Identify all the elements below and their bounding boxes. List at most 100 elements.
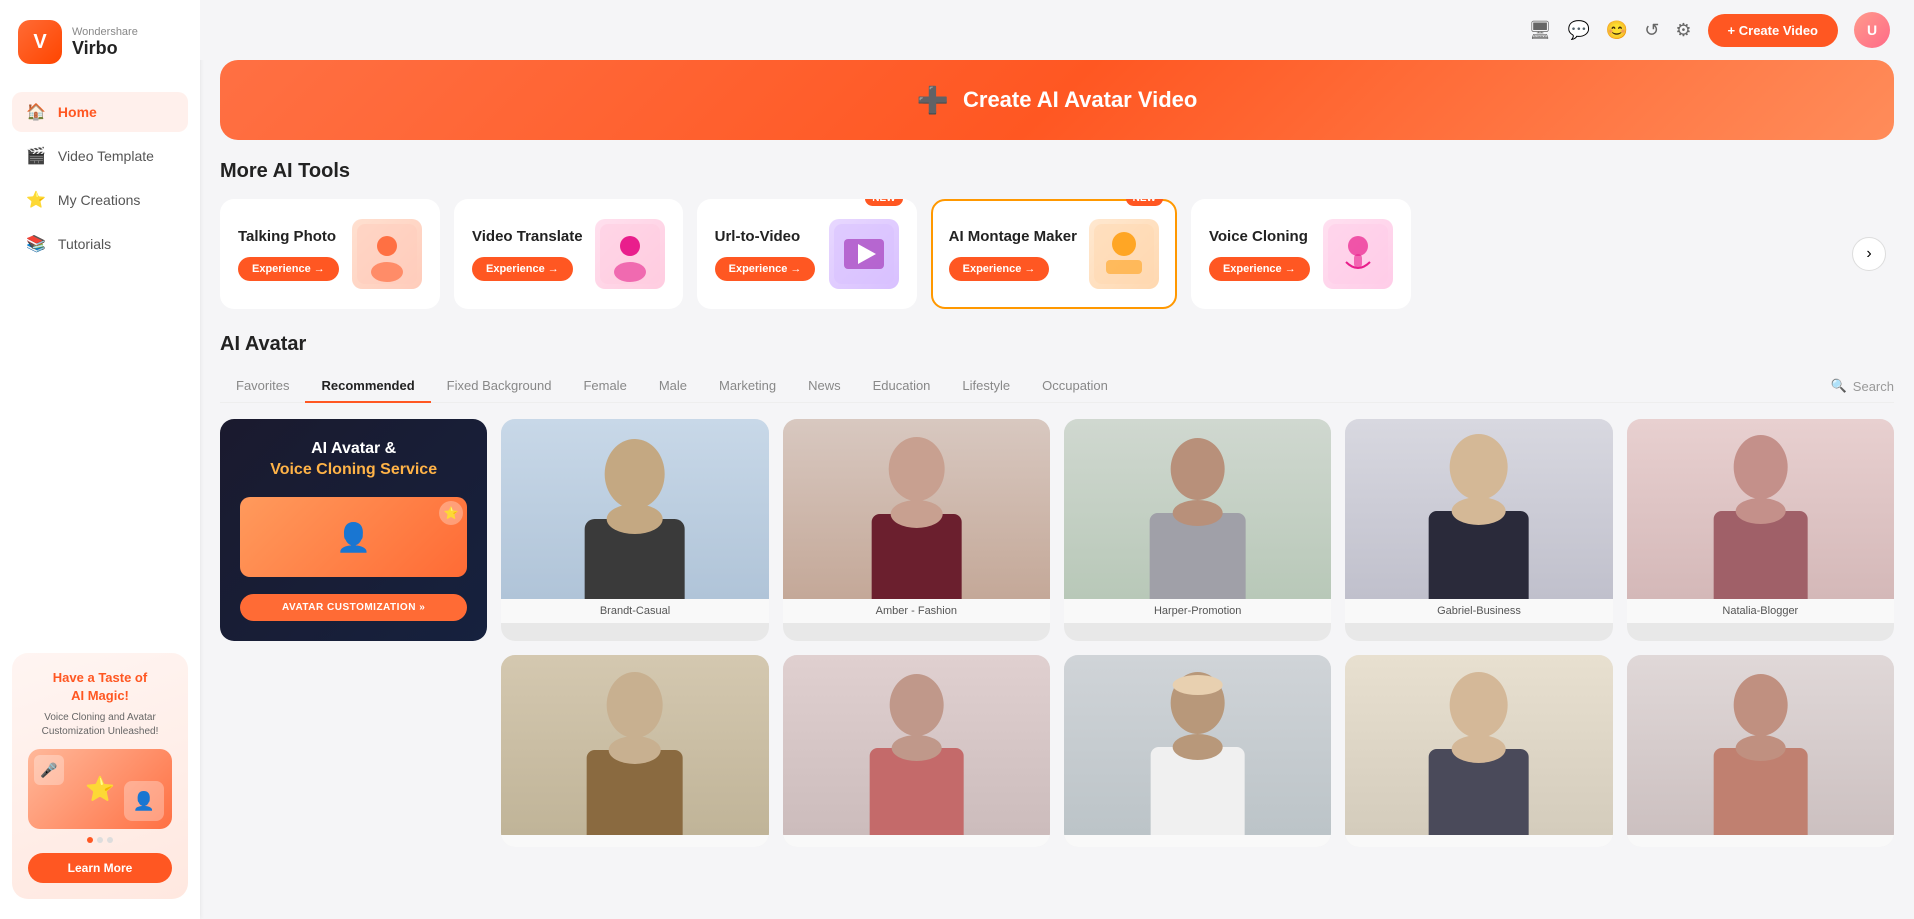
tool-card-video-translate[interactable]: Video Translate Experience → xyxy=(454,199,683,309)
avatar-name-r2d xyxy=(1345,835,1612,847)
avatar-name-brandt: Brandt-Casual xyxy=(501,599,768,623)
tab-female[interactable]: Female xyxy=(567,370,642,403)
avatar-name-r2a xyxy=(501,835,768,847)
emoji-icon[interactable]: 😊 xyxy=(1606,20,1628,41)
avatar-image-natalia xyxy=(1627,419,1894,599)
create-video-button[interactable]: + Create Video xyxy=(1708,14,1838,47)
avatar-name-natalia: Natalia-Blogger xyxy=(1627,599,1894,623)
avatar-svg-r2e xyxy=(1627,655,1894,835)
sidebar-item-home[interactable]: 🏠 Home xyxy=(12,92,188,132)
avatar-image-gabriel xyxy=(1345,419,1612,599)
avatar-image-brandt xyxy=(501,419,768,599)
avatar-image-r2c xyxy=(1064,655,1331,835)
avatar-search[interactable]: 🔍 Search xyxy=(1831,378,1894,394)
chat-icon[interactable]: 💬 xyxy=(1567,20,1589,41)
promo-title: Have a Taste of AI Magic! xyxy=(28,669,172,705)
avatar-image-harper xyxy=(1064,419,1331,599)
ai-montage-svg xyxy=(1094,224,1154,284)
tool-card-ai-montage-title: AI Montage Maker xyxy=(949,228,1077,245)
service-visual-icon: 👤 xyxy=(336,521,371,554)
learn-more-button[interactable]: Learn More xyxy=(28,853,172,883)
ai-avatar-section: AI Avatar Favorites Recommended Fixed Ba… xyxy=(200,333,1914,867)
sidebar-promo-card: Have a Taste of AI Magic! Voice Cloning … xyxy=(12,653,188,899)
tab-male[interactable]: Male xyxy=(643,370,703,403)
voice-cloning-svg xyxy=(1328,224,1388,284)
tab-marketing[interactable]: Marketing xyxy=(703,370,792,403)
avatar-svg-r2b xyxy=(783,655,1050,835)
sidebar-item-my-creations[interactable]: ⭐ My Creations xyxy=(12,180,188,220)
hero-banner[interactable]: ➕ Create AI Avatar Video xyxy=(220,60,1894,140)
talking-photo-svg xyxy=(357,224,417,284)
promo-description: Voice Cloning and Avatar Customization U… xyxy=(28,711,172,739)
avatar-image-r2b xyxy=(783,655,1050,835)
avatar-customization-button[interactable]: AVATAR CUSTOMIZATION » xyxy=(240,594,467,621)
tab-favorites[interactable]: Favorites xyxy=(220,370,305,403)
avatar-name-r2b xyxy=(783,835,1050,847)
tool-card-video-translate-info: Video Translate Experience → xyxy=(472,228,583,281)
tab-lifestyle[interactable]: Lifestyle xyxy=(946,370,1026,403)
app-logo: V Wondershare Virbo xyxy=(0,0,200,84)
promo-visual: ⭐ 👤 🎤 xyxy=(28,749,172,829)
tab-recommended[interactable]: Recommended xyxy=(305,370,430,403)
tool-card-talking-photo[interactable]: Talking Photo Experience → xyxy=(220,199,440,309)
tab-fixed-background[interactable]: Fixed Background xyxy=(431,370,568,403)
avatar-card-r2b[interactable] xyxy=(783,655,1050,847)
service-deco: ⭐ xyxy=(439,501,463,525)
promo-visual-icon: ⭐ xyxy=(85,775,115,804)
url-to-video-svg xyxy=(834,224,894,284)
ai-montage-experience-button[interactable]: Experience → xyxy=(949,257,1050,281)
monitor-icon[interactable]: 🖥 xyxy=(1529,20,1552,41)
tool-card-video-translate-title: Video Translate xyxy=(472,228,583,245)
avatar-card-harper[interactable]: Harper-Promotion xyxy=(1064,419,1331,641)
tool-card-url-to-video-info: Url-to-Video Experience → xyxy=(715,228,817,281)
service-card-sub-title: Voice Cloning Service xyxy=(270,461,437,478)
hero-label: Create AI Avatar Video xyxy=(963,87,1197,113)
avatar-svg-gabriel xyxy=(1345,419,1612,599)
promo-deco: 👤 xyxy=(124,781,164,821)
service-promo-card[interactable]: AI Avatar & Voice Cloning Service 👤 ⭐ AV… xyxy=(220,419,487,641)
sidebar-item-tutorials[interactable]: 📚 Tutorials xyxy=(12,224,188,264)
avatar-card-brandt[interactable]: Brandt-Casual xyxy=(501,419,768,641)
avatar-card-gabriel[interactable]: Gabriel-Business xyxy=(1345,419,1612,641)
avatar-card-natalia[interactable]: Natalia-Blogger xyxy=(1627,419,1894,641)
ai-montage-image xyxy=(1089,219,1159,289)
tab-news[interactable]: News xyxy=(792,370,857,403)
more-ai-tools-title: More AI Tools xyxy=(220,160,1894,183)
user-avatar[interactable]: U xyxy=(1854,12,1890,48)
tool-card-talking-photo-info: Talking Photo Experience → xyxy=(238,228,340,281)
tool-card-voice-cloning[interactable]: Voice Cloning Experience → xyxy=(1191,199,1411,309)
avatar-card-r2d[interactable] xyxy=(1345,655,1612,847)
hero-icon: ➕ xyxy=(917,85,949,116)
sidebar-item-home-label: Home xyxy=(58,104,97,120)
promo-dots xyxy=(28,837,172,843)
avatar-card-r2a[interactable] xyxy=(501,655,768,847)
avatar-card-r2e[interactable] xyxy=(1627,655,1894,847)
sidebar-item-video-template[interactable]: 🎬 Video Template xyxy=(12,136,188,176)
sidebar-nav: 🏠 Home 🎬 Video Template ⭐ My Creations 📚… xyxy=(0,84,200,272)
sidebar-item-tutorials-label: Tutorials xyxy=(58,236,111,252)
topbar: 🖥 💬 😊 ↺ ⚙ + Create Video U xyxy=(200,0,1914,60)
refresh-icon[interactable]: ↺ xyxy=(1644,20,1659,41)
tools-next-button[interactable]: › xyxy=(1852,237,1886,271)
tab-occupation[interactable]: Occupation xyxy=(1026,370,1124,403)
avatar-svg-harper xyxy=(1064,419,1331,599)
video-translate-experience-button[interactable]: Experience → xyxy=(472,257,573,281)
talking-photo-image xyxy=(352,219,422,289)
avatar-card-amber[interactable]: Amber - Fashion xyxy=(783,419,1050,641)
promo-dot-1 xyxy=(87,837,93,843)
grid-icon[interactable]: ⚙ xyxy=(1675,20,1691,41)
talking-photo-experience-button[interactable]: Experience → xyxy=(238,257,339,281)
tab-education[interactable]: Education xyxy=(857,370,947,403)
avatar-card-r2c[interactable] xyxy=(1064,655,1331,847)
search-label: Search xyxy=(1853,379,1894,394)
voice-cloning-experience-button[interactable]: Experience → xyxy=(1209,257,1310,281)
ai-montage-new-badge: NEW xyxy=(1126,199,1163,206)
tool-card-ai-montage[interactable]: NEW AI Montage Maker Experience → xyxy=(931,199,1177,309)
voice-cloning-image xyxy=(1323,219,1393,289)
home-icon: 🏠 xyxy=(26,102,46,122)
promo-deco2: 🎤 xyxy=(34,755,64,785)
avatar-svg-brandt xyxy=(501,419,768,599)
tool-card-url-to-video[interactable]: NEW Url-to-Video Experience → xyxy=(697,199,917,309)
avatar-name-r2e xyxy=(1627,835,1894,847)
url-to-video-experience-button[interactable]: Experience → xyxy=(715,257,816,281)
